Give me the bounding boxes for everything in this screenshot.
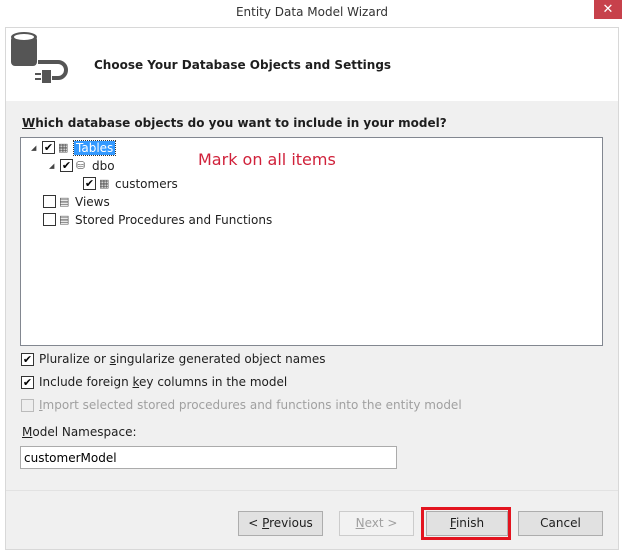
foreign-keys-label: Include foreign key columns in the model: [39, 375, 288, 389]
tree-node-customers[interactable]: ✔ ▦ customers: [83, 175, 178, 192]
namespace-input[interactable]: [20, 446, 397, 469]
page-title: Choose Your Database Objects and Setting…: [94, 58, 392, 72]
annotation-text: Mark on all items: [198, 150, 336, 169]
tree-node-label: Views: [75, 194, 110, 209]
import-sp-label: Import selected stored procedures and fu…: [39, 398, 462, 412]
table-icon: ▦: [99, 177, 110, 190]
tree-node-dbo[interactable]: ◢ ✔ ⛁ dbo: [49, 157, 115, 174]
previous-button[interactable]: < Previous: [238, 511, 323, 536]
views-folder-icon: ▤: [59, 195, 70, 208]
pluralize-checkbox[interactable]: ✔: [21, 352, 34, 366]
tree-node-tables[interactable]: ◢ ✔ ▦ Tables: [31, 139, 117, 156]
tree-node-label: Stored Procedures and Functions: [75, 212, 273, 227]
next-button: Next >: [339, 511, 414, 536]
namespace-label: Model Namespace:: [22, 425, 137, 439]
collapse-arrow-icon[interactable]: ◢: [31, 144, 39, 152]
foreign-keys-checkbox[interactable]: ✔: [21, 375, 34, 389]
stored-procedures-checkbox[interactable]: [43, 213, 56, 226]
tree-node-label: Tables: [72, 139, 117, 156]
tree-node-label: dbo: [92, 158, 115, 173]
pluralize-label: Pluralize or singularize generated objec…: [39, 352, 326, 366]
close-button[interactable]: ✕: [594, 0, 622, 19]
customers-checkbox[interactable]: ✔: [83, 177, 96, 190]
pluralize-option[interactable]: ✔ Pluralize or singularize generated obj…: [21, 352, 325, 366]
window-title: Entity Data Model Wizard: [235, 5, 389, 19]
dbo-checkbox[interactable]: ✔: [60, 159, 73, 172]
collapse-arrow-icon[interactable]: ◢: [49, 162, 57, 170]
import-sp-option: Import selected stored procedures and fu…: [21, 398, 462, 412]
tree-node-stored-procedures[interactable]: ▤ Stored Procedures and Functions: [43, 211, 272, 228]
import-sp-checkbox: [21, 398, 34, 412]
tree-node-views[interactable]: ▤ Views: [43, 193, 110, 210]
schema-icon: ⛁: [76, 159, 86, 172]
views-checkbox[interactable]: [43, 195, 56, 208]
finish-highlight-box: [421, 507, 511, 540]
divider: [6, 490, 618, 491]
tables-checkbox[interactable]: ✔: [42, 141, 55, 154]
objects-label: Which database objects do you want to in…: [22, 116, 447, 130]
database-plug-icon: [11, 32, 68, 83]
tables-folder-icon: ▦: [58, 141, 69, 154]
procedures-folder-icon: ▤: [59, 213, 70, 226]
cancel-button[interactable]: Cancel: [518, 511, 603, 536]
tree-node-label: customers: [115, 176, 178, 191]
foreign-keys-option[interactable]: ✔ Include foreign key columns in the mod…: [21, 375, 287, 389]
